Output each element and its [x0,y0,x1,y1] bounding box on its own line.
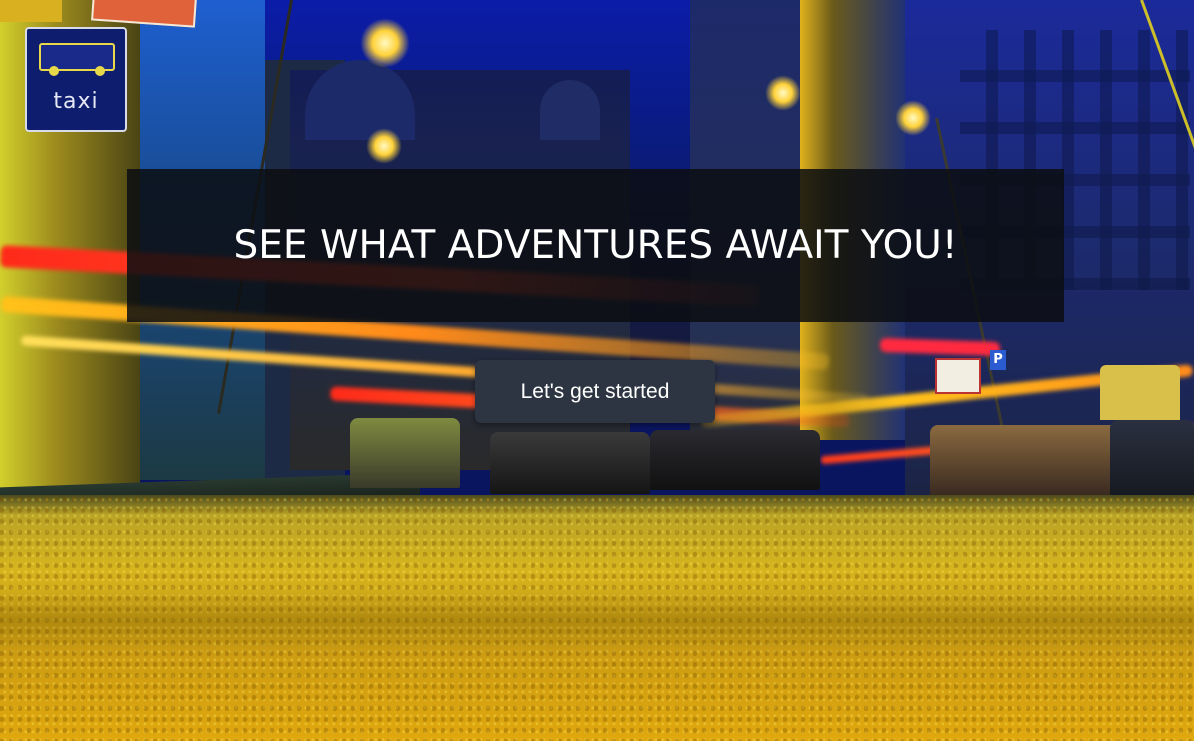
shop-sign [0,0,62,22]
bus-icon [39,43,115,76]
street-lamp-light [765,75,801,111]
hero-banner: SEE WHAT ADVENTURES AWAIT YOU! [127,169,1064,322]
get-started-button[interactable]: Let's get started [475,360,715,423]
street-lamp-light [360,18,410,68]
street-lamp-light [895,100,931,136]
building-dome-small [540,80,600,140]
bus [350,418,460,488]
parking-sign: P [990,350,1006,370]
shop-awning [1100,365,1180,420]
car [650,430,820,490]
car [490,432,650,494]
car [1110,420,1194,500]
no-entry-sign [935,358,981,394]
hero-title: SEE WHAT ADVENTURES AWAIT YOU! [233,223,958,268]
taxi-sign-label: taxi [53,89,99,114]
car [930,425,1130,495]
taxi-sign: taxi [25,27,127,132]
road-texture [0,590,1194,650]
street-lamp-light [366,128,402,164]
